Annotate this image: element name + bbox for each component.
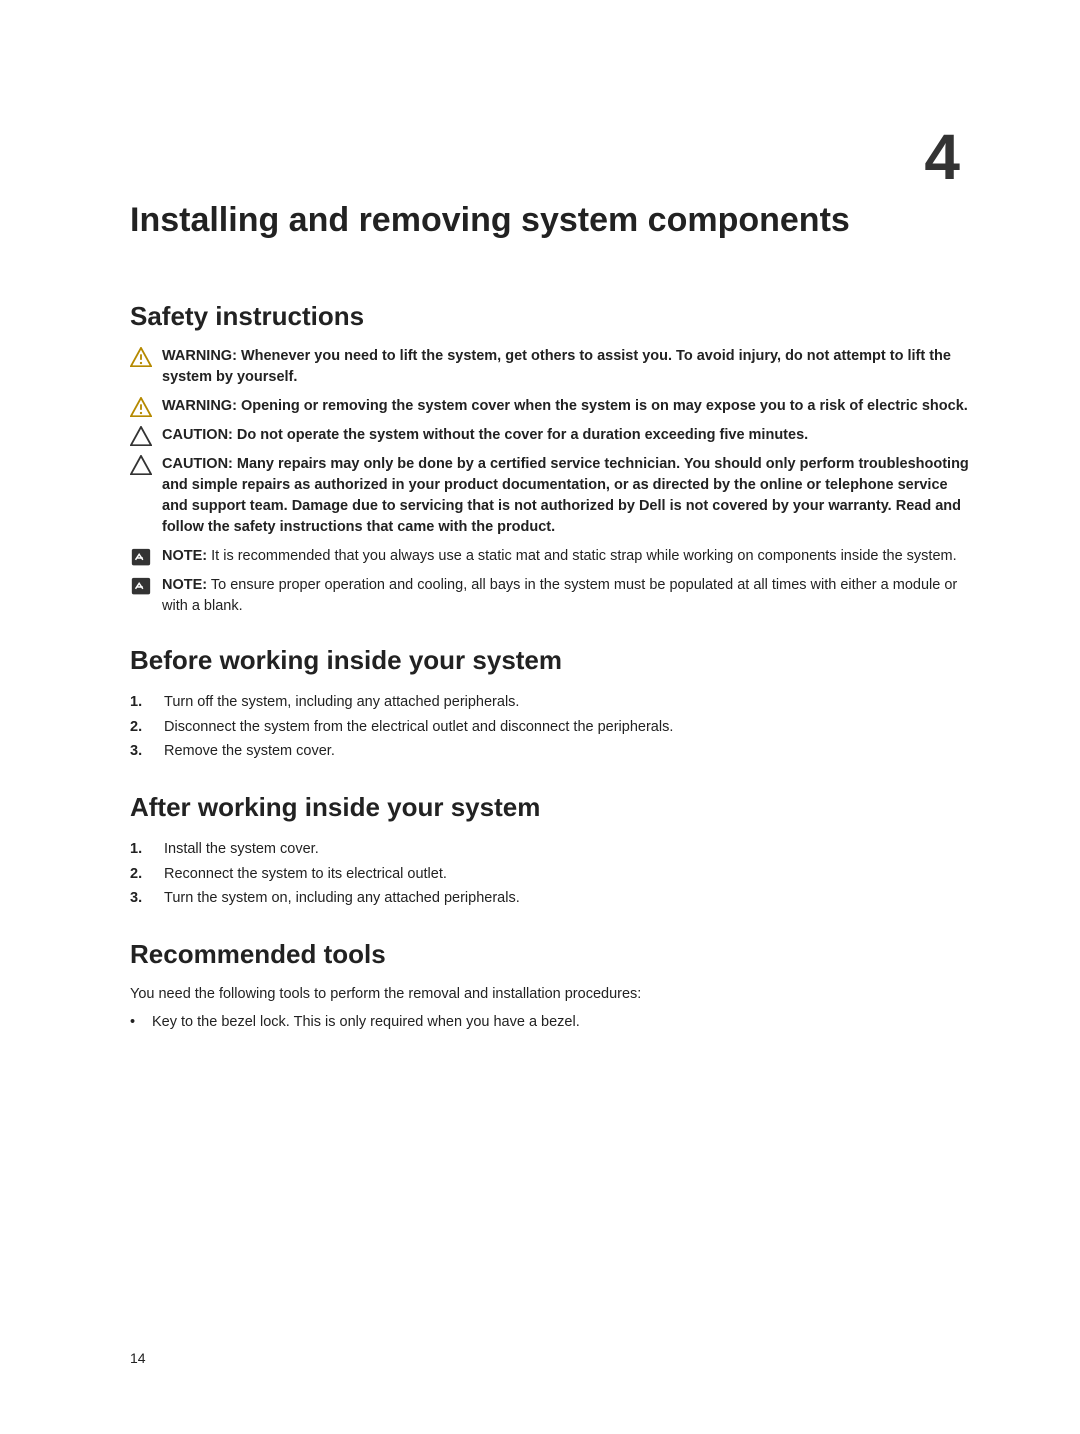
page: 4 Installing and removing system compone…	[0, 0, 1080, 1030]
note-icon	[130, 547, 152, 567]
warning-text-2: WARNING: Opening or removing the system …	[162, 396, 970, 417]
list-item: Install the system cover.	[130, 837, 970, 862]
list-item: Remove the system cover.	[130, 739, 970, 764]
caution-callout-1: CAUTION: Do not operate the system witho…	[130, 425, 970, 446]
caution-icon	[130, 426, 152, 446]
note-text-2: NOTE: To ensure proper operation and coo…	[162, 575, 970, 617]
warning-callout-2: WARNING: Opening or removing the system …	[130, 396, 970, 417]
warning-text-1: WARNING: Whenever you need to lift the s…	[162, 346, 970, 388]
list-item: Key to the bezel lock. This is only requ…	[130, 1014, 970, 1030]
tools-bullets: Key to the bezel lock. This is only requ…	[130, 1014, 970, 1030]
heading-tools: Recommended tools	[130, 939, 970, 970]
page-title: Installing and removing system component…	[130, 200, 970, 241]
note-icon	[130, 576, 152, 596]
note-callout-2: NOTE: To ensure proper operation and coo…	[130, 575, 970, 617]
note-text-1: NOTE: It is recommended that you always …	[162, 546, 970, 567]
tools-intro: You need the following tools to perform …	[130, 984, 970, 1006]
warning-icon	[130, 347, 152, 367]
before-steps: Turn off the system, including any attac…	[130, 690, 970, 764]
heading-after: After working inside your system	[130, 792, 970, 823]
caution-icon	[130, 455, 152, 475]
list-item: Turn off the system, including any attac…	[130, 690, 970, 715]
list-item: Turn the system on, including any attach…	[130, 886, 970, 911]
heading-before: Before working inside your system	[130, 645, 970, 676]
chapter-number: 4	[924, 120, 960, 194]
after-steps: Install the system cover. Reconnect the …	[130, 837, 970, 911]
page-number: 14	[130, 1350, 146, 1366]
heading-safety: Safety instructions	[130, 301, 970, 332]
list-item: Reconnect the system to its electrical o…	[130, 862, 970, 887]
list-item: Disconnect the system from the electrica…	[130, 715, 970, 740]
caution-callout-2: CAUTION: Many repairs may only be done b…	[130, 454, 970, 538]
note-callout-1: NOTE: It is recommended that you always …	[130, 546, 970, 567]
warning-callout-1: WARNING: Whenever you need to lift the s…	[130, 346, 970, 388]
warning-icon	[130, 397, 152, 417]
caution-text-1: CAUTION: Do not operate the system witho…	[162, 425, 970, 446]
caution-text-2: CAUTION: Many repairs may only be done b…	[162, 454, 970, 538]
